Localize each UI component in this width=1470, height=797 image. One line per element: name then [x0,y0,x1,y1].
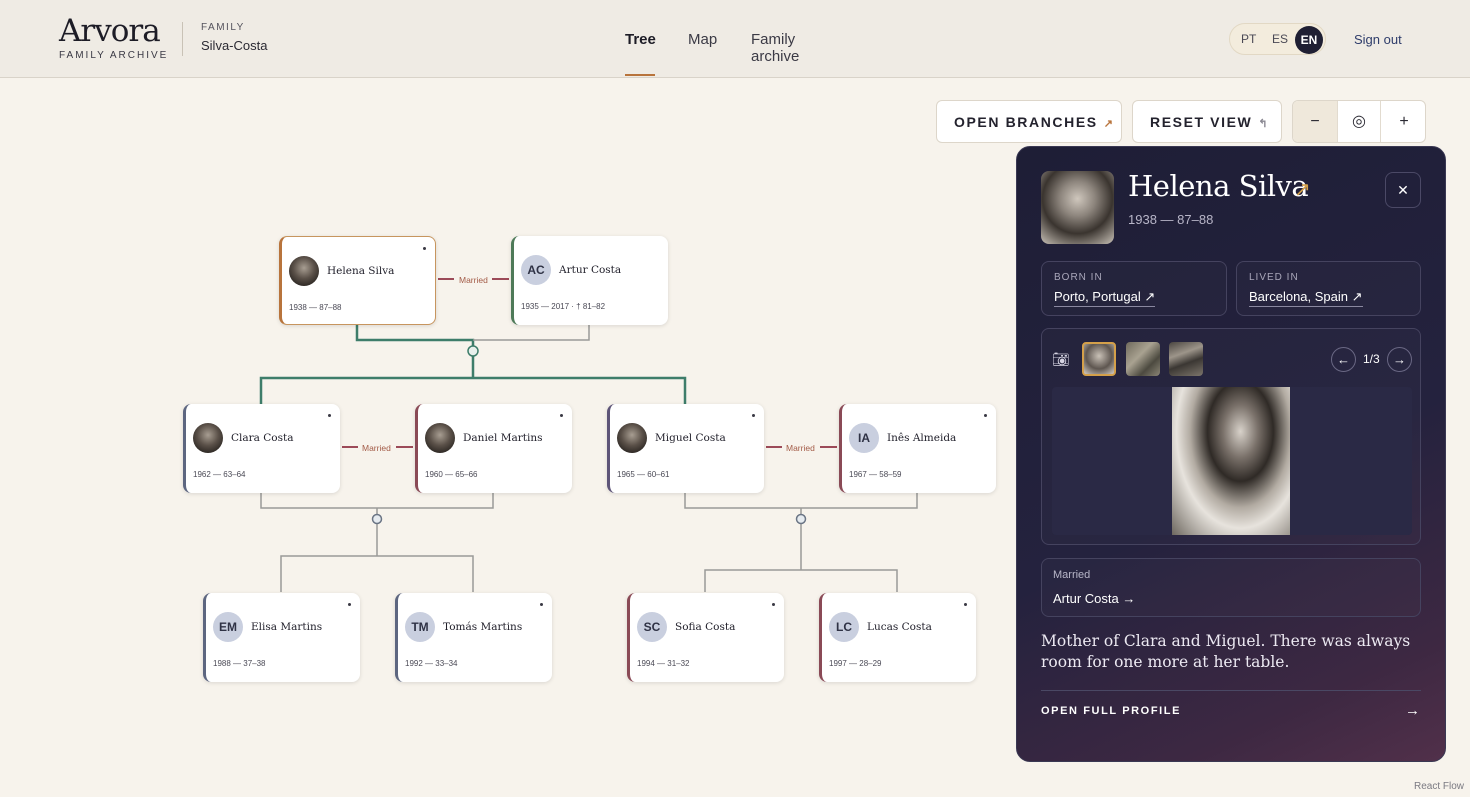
person-dates: 1994 — 31–32 [637,659,690,668]
close-button[interactable]: ✕ [1385,172,1421,208]
person-dates: 1935 — 2017 · † 81–82 [521,302,606,311]
node-handle [328,414,331,417]
avatar: LC [829,612,859,642]
lived-in-label: LIVED IN [1249,272,1299,283]
person-detail-panel: Helena Silva ↗ 1938 — 87–88 ✕ BORN IN Po… [1016,146,1446,762]
node-handle [772,603,775,606]
node-handle [560,414,563,417]
gallery-main-image [1052,387,1412,535]
person-node-helena[interactable]: Helena Silva 1938 — 87–88 [279,236,436,325]
person-name: Lucas Costa [867,621,932,633]
gallery-thumbnail-1[interactable] [1082,342,1116,376]
avatar [425,423,455,453]
person-name: Sofia Costa [675,621,736,633]
lived-in-card: LIVED IN Barcelona, Spain ↗ [1236,261,1421,316]
person-dates: 1997 — 28–29 [829,659,882,668]
node-handle [540,603,543,606]
avatar [617,423,647,453]
node-handle [964,603,967,606]
avatar: IA [849,423,879,453]
person-node-ines[interactable]: IA Inês Almeida 1967 — 58–59 [839,404,996,493]
relation-card[interactable]: Married Artur Costa → [1041,558,1421,617]
person-node-lucas[interactable]: LC Lucas Costa 1997 — 28–29 [819,593,976,682]
node-handle [348,603,351,606]
avatar: TM [405,612,435,642]
married-line [342,446,358,448]
married-line [396,446,413,448]
node-handle [984,414,987,417]
gallery-counter: 1/3 [1363,352,1380,366]
gallery-next-button[interactable]: → [1387,347,1412,372]
person-dates: 1992 — 33–34 [405,659,458,668]
lived-in-link[interactable]: Barcelona, Spain ↗ [1249,289,1363,307]
born-in-card: BORN IN Porto, Portugal ↗ [1041,261,1227,316]
react-flow-attribution[interactable]: React Flow [1414,781,1464,792]
node-handle [752,414,755,417]
person-name: Helena Silva [327,265,395,277]
person-dates: 1960 — 65–66 [425,470,478,479]
person-name: Elisa Martins [251,621,323,633]
avatar: EM [213,612,243,642]
person-name: Tomás Martins [443,621,523,633]
external-link-icon[interactable]: ↗ [1294,177,1311,202]
married-line [820,446,837,448]
junction-dot [371,513,383,525]
person-node-elisa[interactable]: EM Elisa Martins 1988 — 37–38 [203,593,360,682]
relation-link[interactable]: Artur Costa → [1053,591,1135,606]
person-dates: 1962 — 63–64 [193,470,246,479]
avatar: SC [637,612,667,642]
edge-miguel-ines [684,492,918,592]
person-name: Miguel Costa [655,432,726,444]
node-handle [423,247,426,250]
person-node-sofia[interactable]: SC Sofia Costa 1994 — 31–32 [627,593,784,682]
edge-artur [473,325,590,341]
divider [1041,690,1421,691]
married-line [766,446,782,448]
avatar [193,423,223,453]
camera-icon: 📷︎ [1052,351,1070,367]
person-node-clara[interactable]: Clara Costa 1962 — 63–64 [183,404,340,493]
born-in-label: BORN IN [1054,272,1103,283]
edge-clara-daniel [260,492,494,592]
gallery-thumbnail-3[interactable] [1169,342,1203,376]
person-node-daniel[interactable]: Daniel Martins 1960 — 65–66 [415,404,572,493]
person-name: Clara Costa [231,432,294,444]
photo-gallery: 📷︎ ← 1/3 → [1041,328,1421,545]
person-dates: 1965 — 60–61 [617,470,670,479]
person-name: Artur Costa [559,264,622,276]
born-in-link[interactable]: Porto, Portugal ↗ [1054,289,1156,307]
married-line [438,278,454,280]
gallery-prev-button[interactable]: ← [1331,347,1356,372]
portrait-photo [1172,387,1290,535]
edge-children [259,351,687,404]
profile-photo [1041,171,1114,244]
person-dates: 1938 — 87–88 [289,303,342,312]
person-node-artur[interactable]: AC Artur Costa 1935 — 2017 · † 81–82 [511,236,668,325]
married-label: Married [362,443,391,453]
person-dates: 1967 — 58–59 [849,470,902,479]
arrow-right-icon[interactable]: → [1405,702,1420,719]
panel-person-dates: 1938 — 87–88 [1128,212,1214,227]
person-dates: 1988 — 37–38 [213,659,266,668]
married-line [492,278,509,280]
person-node-miguel[interactable]: Miguel Costa 1965 — 60–61 [607,404,764,493]
open-full-profile-link[interactable]: OPEN FULL PROFILE [1041,705,1181,717]
person-node-tomas[interactable]: TM Tomás Martins 1992 — 33–34 [395,593,552,682]
person-name: Inês Almeida [887,432,957,444]
junction-dot [795,513,807,525]
panel-person-name: Helena Silva [1128,169,1309,203]
person-description: Mother of Clara and Miguel. There was al… [1041,632,1411,671]
avatar [289,256,319,286]
married-label: Married [786,443,815,453]
avatar: AC [521,255,551,285]
married-label: Married [459,275,488,285]
person-name: Daniel Martins [463,432,543,444]
relation-label: Married [1053,569,1091,581]
junction-dot [467,345,479,357]
edge-helena [355,325,475,351]
gallery-thumbnail-2[interactable] [1126,342,1160,376]
